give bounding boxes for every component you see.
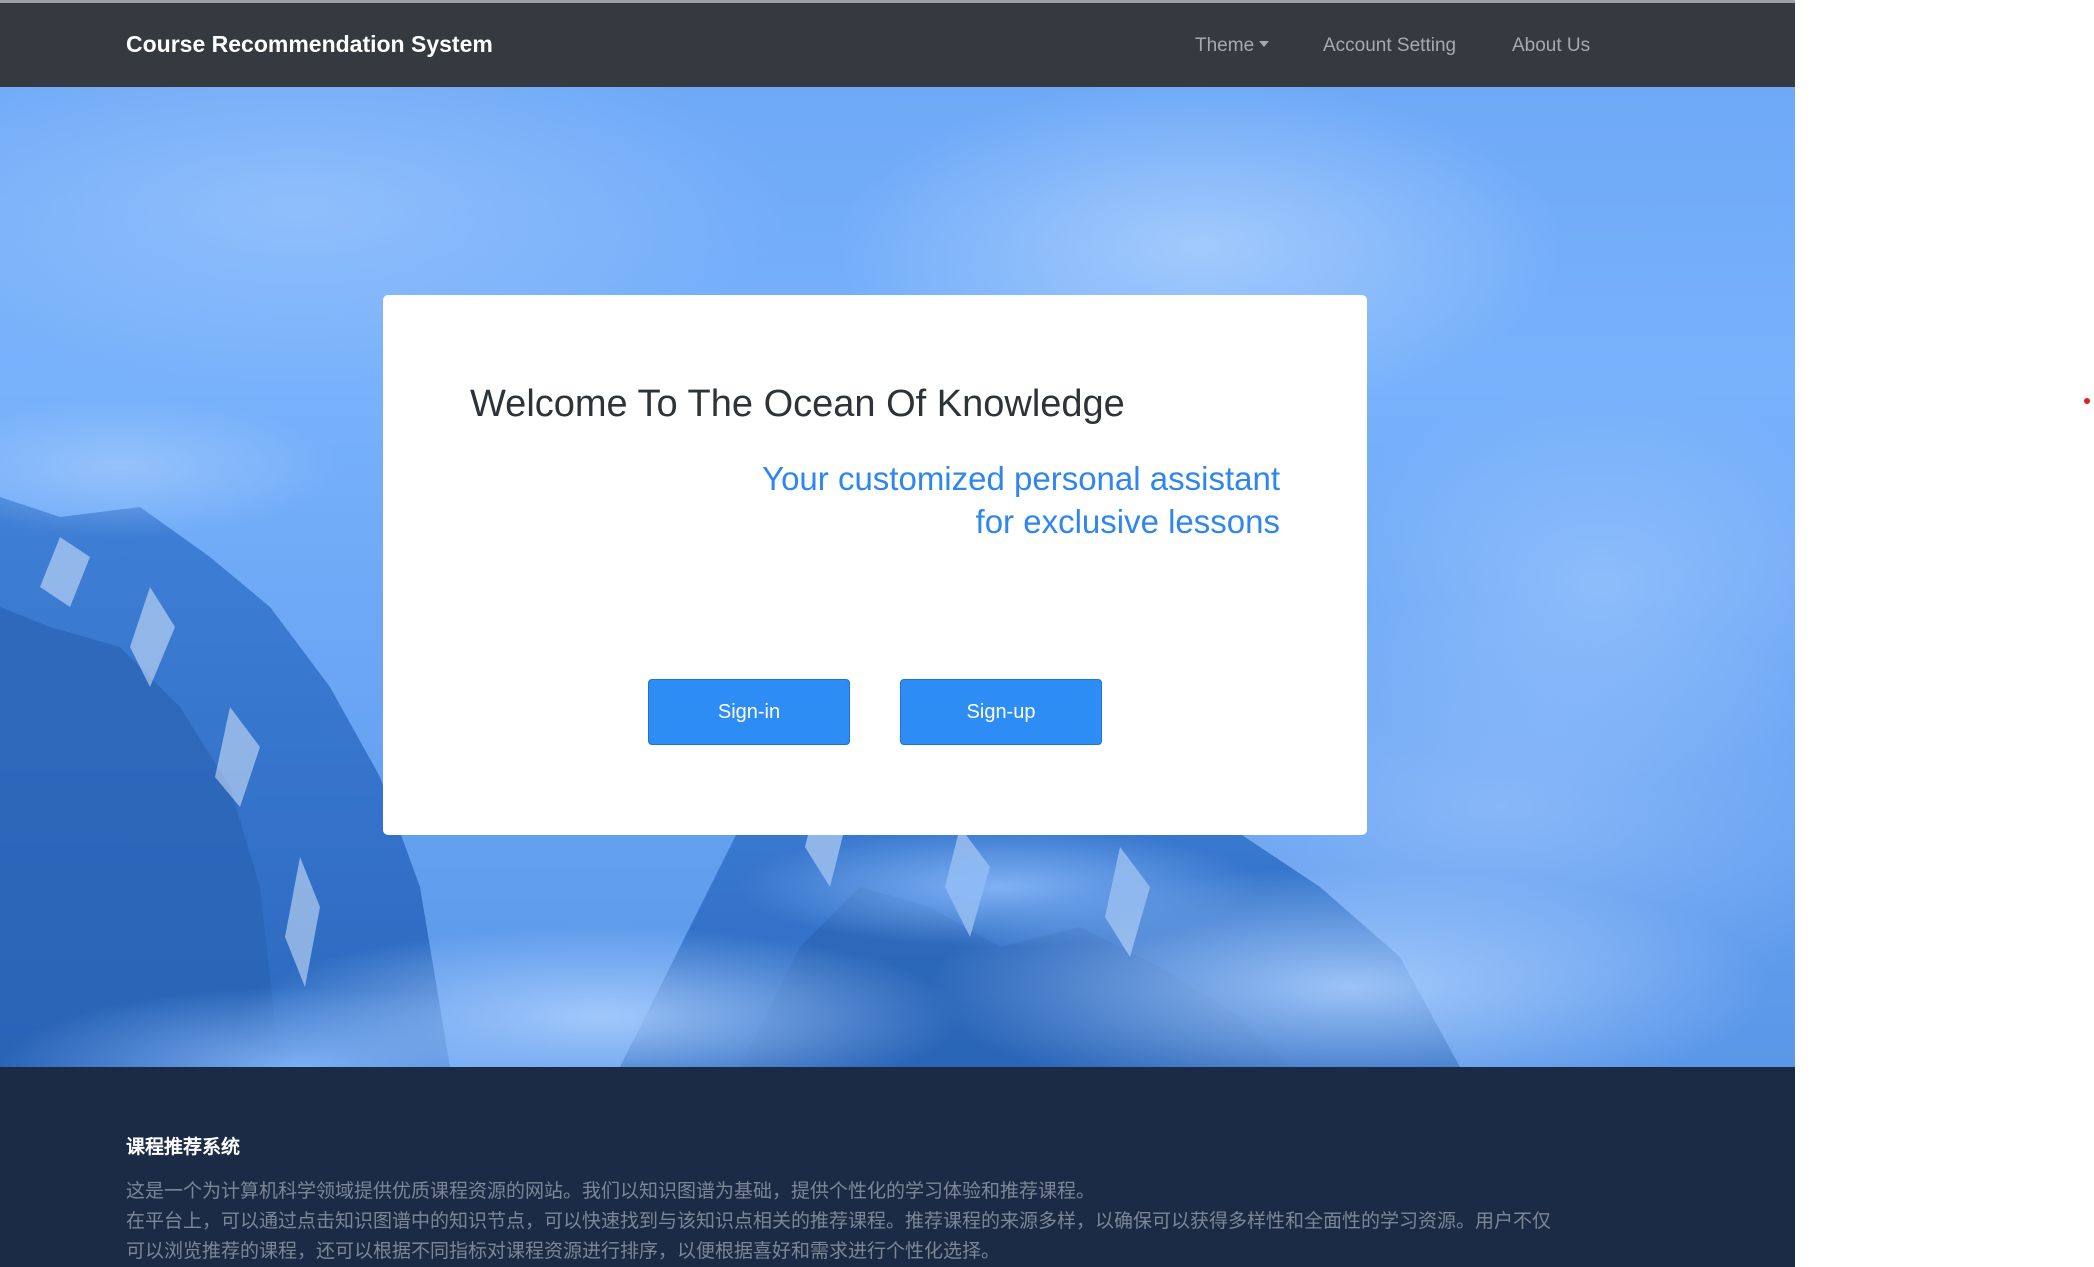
sign-up-button[interactable]: Sign-up	[900, 679, 1102, 745]
footer: 课程推荐系统 这是一个为计算机科学领域提供优质课程资源的网站。我们以知识图谱为基…	[0, 1067, 1795, 1267]
navbar: Course Recommendation System Theme Accou…	[0, 3, 1795, 87]
footer-title: 课程推荐系统	[126, 1137, 241, 1158]
welcome-subtitle: Your customized personal assistant for e…	[762, 460, 1280, 540]
nav-account-setting[interactable]: Account Setting	[1323, 35, 1456, 57]
welcome-title: Welcome To The Ocean Of Knowledge	[470, 383, 1125, 425]
caret-down-icon	[1259, 41, 1270, 47]
red-dot-marker	[2084, 398, 2090, 404]
nav-theme-dropdown[interactable]: Theme	[1195, 35, 1270, 57]
sign-in-button[interactable]: Sign-in	[648, 679, 850, 745]
brand-title[interactable]: Course Recommendation System	[126, 31, 493, 58]
footer-description: 这是一个为计算机科学领域提供优质课程资源的网站。我们以知识图谱为基础，提供个性化…	[126, 1177, 1566, 1267]
footer-description-line: 这是一个为计算机科学领域提供优质课程资源的网站。我们以知识图谱为基础，提供个性化…	[126, 1181, 1096, 1202]
hero-section: Welcome To The Ocean Of Knowledge Your c…	[0, 87, 1795, 1067]
nav-about-us[interactable]: About Us	[1512, 35, 1590, 57]
app-window: Course Recommendation System Theme Accou…	[0, 0, 1795, 1267]
welcome-card: Welcome To The Ocean Of Knowledge Your c…	[383, 295, 1367, 835]
footer-description-line: 在平台上，可以通过点击知识图谱中的知识节点，可以快速找到与该知识点相关的推荐课程…	[126, 1211, 1552, 1262]
nav-theme-label: Theme	[1195, 35, 1255, 56]
